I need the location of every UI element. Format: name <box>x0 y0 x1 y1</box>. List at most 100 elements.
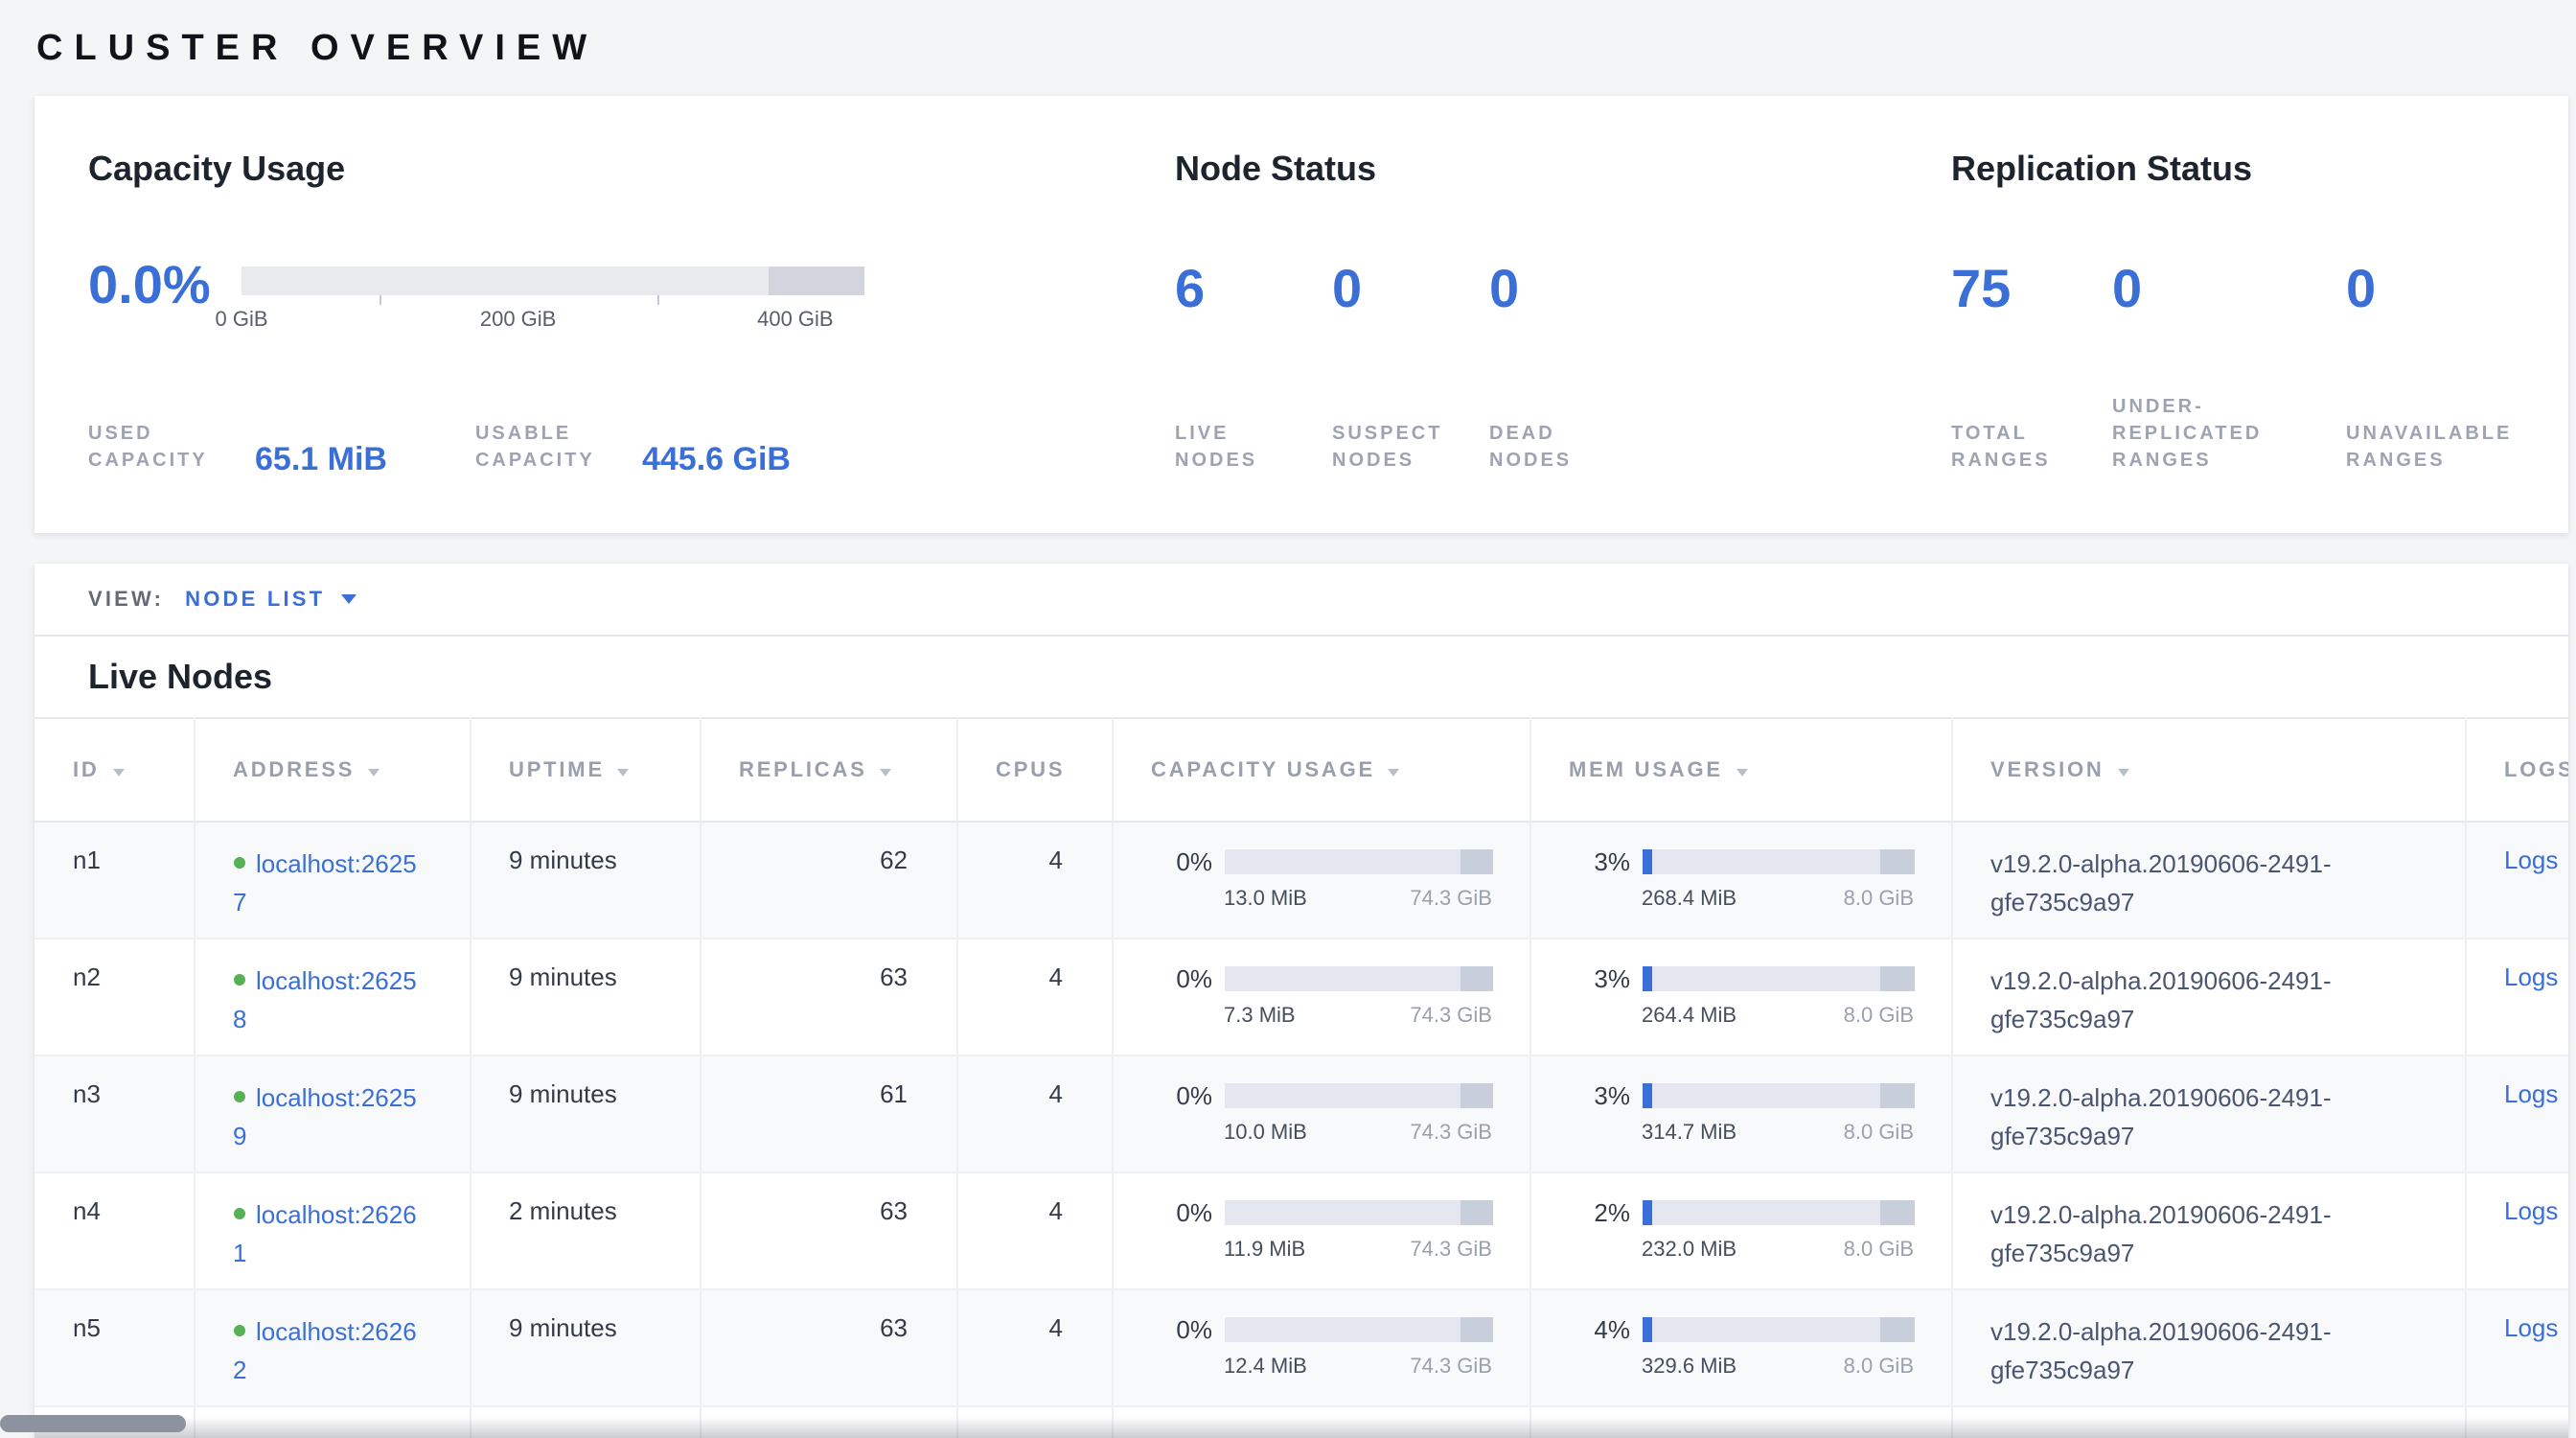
used-capacity-stat: USED CAPACITY 65.1 MiB <box>88 422 387 475</box>
node-address-link[interactable]: localhost:26261 <box>233 1200 417 1267</box>
replicas-cell: 63 <box>700 939 956 1055</box>
live-nodes-table: ID ADDRESS UPTIME REPLICAS CPUS CAPACITY… <box>34 717 2568 1438</box>
bar-fill <box>1642 1200 1651 1225</box>
mem-total-value: 8.0 GiB <box>1844 1005 1914 1028</box>
mem-used-value: 232.0 MiB <box>1642 1239 1736 1262</box>
usable-capacity-label: USABLE CAPACITY <box>475 422 625 475</box>
used-capacity-value: 65.1 MiB <box>255 443 387 475</box>
suspect-nodes-label: SUSPECT NODES <box>1332 422 1455 475</box>
uptime-cell: 2 minutes <box>470 1172 700 1289</box>
node-address-link[interactable]: localhost:26259 <box>233 1083 417 1150</box>
capacity-total-value: 74.3 GiB <box>1410 1239 1492 1262</box>
chevron-down-icon <box>340 594 356 604</box>
column-header-version[interactable]: VERSION <box>1951 718 2465 822</box>
capacity-used-value: 11.9 MiB <box>1224 1239 1305 1262</box>
column-header-replicas[interactable]: REPLICAS <box>700 718 956 822</box>
logs-cell: Logs <box>2465 1172 2568 1289</box>
sort-icon <box>113 768 125 776</box>
horizontal-scrollbar-thumb[interactable] <box>0 1415 186 1432</box>
node-address-link[interactable]: localhost:26262 <box>233 1317 417 1384</box>
column-header-address[interactable]: ADDRESS <box>194 718 470 822</box>
node-status-section: Node Status 6 LIVE NODES 0 SUSPECT NODES… <box>1175 146 1951 475</box>
capacity-usage-cell: 0% 7.3 MiB74.3 GiB <box>1112 939 1530 1055</box>
uptime-cell: 9 minutes <box>470 1289 700 1406</box>
sort-icon <box>881 768 892 776</box>
uptime-cell: 9 minutes <box>470 822 700 939</box>
replicas-cell: 62 <box>700 822 956 939</box>
bar-fill <box>1642 1083 1651 1108</box>
mem-used-value: 264.4 MiB <box>1642 1005 1736 1028</box>
capacity-mini-bar <box>1224 849 1492 874</box>
total-ranges-count: 75 <box>1951 261 2112 318</box>
capacity-total-value: 74.3 GiB <box>1410 888 1492 911</box>
column-header-id[interactable]: ID <box>34 718 194 822</box>
capacity-percent: 0% <box>1147 1315 1212 1344</box>
capacity-bar-chart: 0 GiB 200 GiB 400 GiB <box>242 257 864 336</box>
column-header-uptime[interactable]: UPTIME <box>470 718 700 822</box>
capacity-mini-bar <box>1224 1083 1492 1108</box>
cpus-cell: 4 <box>956 822 1112 939</box>
capacity-usage-cell: 0% 11.9 MiB74.3 GiB <box>1112 1172 1530 1289</box>
node-id-cell: n4 <box>34 1172 194 1289</box>
node-id-cell: n2 <box>34 939 194 1055</box>
node-address-cell: localhost:26257 <box>194 822 470 939</box>
capacity-used-value: 10.0 MiB <box>1224 1122 1307 1145</box>
cpus-cell: 4 <box>956 1289 1112 1406</box>
mem-total-value: 8.0 GiB <box>1844 1122 1914 1145</box>
logs-link[interactable]: Logs <box>2504 1079 2558 1108</box>
mem-used-value: 314.7 MiB <box>1642 1122 1736 1145</box>
logs-link[interactable]: Logs <box>2504 963 2558 991</box>
version-cell: v19.2.0-alpha.20190606-2491-gfe735c9a97 <box>1951 939 2465 1055</box>
column-header-capacity-usage[interactable]: CAPACITY USAGE <box>1112 718 1530 822</box>
used-capacity-label: USED CAPACITY <box>88 422 238 475</box>
unavailable-label: UNAVAILABLE RANGES <box>2346 422 2522 475</box>
cpus-cell: 4 <box>956 1055 1112 1172</box>
mem-percent: 2% <box>1565 1198 1630 1227</box>
node-row: n4 localhost:26261 2 minutes 63 4 0% 11.… <box>34 1172 2568 1289</box>
under-replicated-label: UNDER-REPLICATED RANGES <box>2112 395 2288 475</box>
capacity-percent: 0% <box>1147 847 1212 876</box>
mem-mini-bar <box>1642 849 1914 874</box>
sort-icon <box>1736 768 1748 776</box>
column-header-cpus[interactable]: CPUS <box>956 718 1112 822</box>
node-row: n1 localhost:26257 9 minutes 62 4 0% 13.… <box>34 822 2568 939</box>
column-header-mem-usage[interactable]: MEM USAGE <box>1530 718 1951 822</box>
bar-endcap <box>1881 1200 1914 1225</box>
axis-label: 200 GiB <box>480 309 557 332</box>
suspect-nodes-count: 0 <box>1332 261 1489 318</box>
logs-link[interactable]: Logs <box>2504 1196 2558 1225</box>
sort-icon <box>618 768 630 776</box>
capacity-mini-bar <box>1224 1317 1492 1342</box>
column-header-logs: LOGS <box>2465 718 2568 822</box>
cpus-cell: 4 <box>956 1172 1112 1289</box>
mem-usage-cell: 3% 264.4 MiB8.0 GiB <box>1530 939 1951 1055</box>
live-nodes-card: VIEW: NODE LIST Live Nodes ID ADDRESS UP… <box>34 564 2568 1438</box>
usable-capacity-value: 445.6 GiB <box>642 443 791 475</box>
node-address-link[interactable]: localhost:26257 <box>233 849 417 916</box>
capacity-used-value: 12.4 MiB <box>1224 1356 1307 1379</box>
view-selector-bar: VIEW: NODE LIST <box>34 564 2568 637</box>
live-nodes-label: LIVE NODES <box>1175 422 1298 475</box>
cpus-cell: 4 <box>956 939 1112 1055</box>
logs-link[interactable]: Logs <box>2504 846 2558 874</box>
node-address-link[interactable]: localhost:26258 <box>233 966 417 1033</box>
logs-cell: Logs <box>2465 939 2568 1055</box>
bar-endcap <box>1460 1317 1492 1342</box>
node-address-cell: localhost:26258 <box>194 939 470 1055</box>
unavailable-count: 0 <box>2346 261 2522 318</box>
tick-mark <box>657 295 659 305</box>
node-id-cell: n1 <box>34 822 194 939</box>
node-row: n3 localhost:26259 9 minutes 61 4 0% 10.… <box>34 1055 2568 1172</box>
node-id-cell: n3 <box>34 1055 194 1172</box>
view-dropdown[interactable]: NODE LIST <box>185 588 356 611</box>
dead-nodes-label: DEAD NODES <box>1489 422 1612 475</box>
capacity-bar-axis-labels: 0 GiB 200 GiB 400 GiB <box>242 309 864 336</box>
node-address-cell: localhost:26259 <box>194 1055 470 1172</box>
suspect-nodes-stat: 0 SUSPECT NODES <box>1332 261 1489 475</box>
bar-endcap <box>1881 849 1914 874</box>
logs-link[interactable]: Logs <box>2504 1313 2558 1342</box>
capacity-usage-cell: 0% 12.4 MiB74.3 GiB <box>1112 1289 1530 1406</box>
axis-label: 0 GiB <box>215 309 267 332</box>
bar-endcap <box>1460 966 1492 991</box>
version-cell: v19.2.0-alpha.20190606-2491-gfe735c9a97 <box>1951 1172 2465 1289</box>
